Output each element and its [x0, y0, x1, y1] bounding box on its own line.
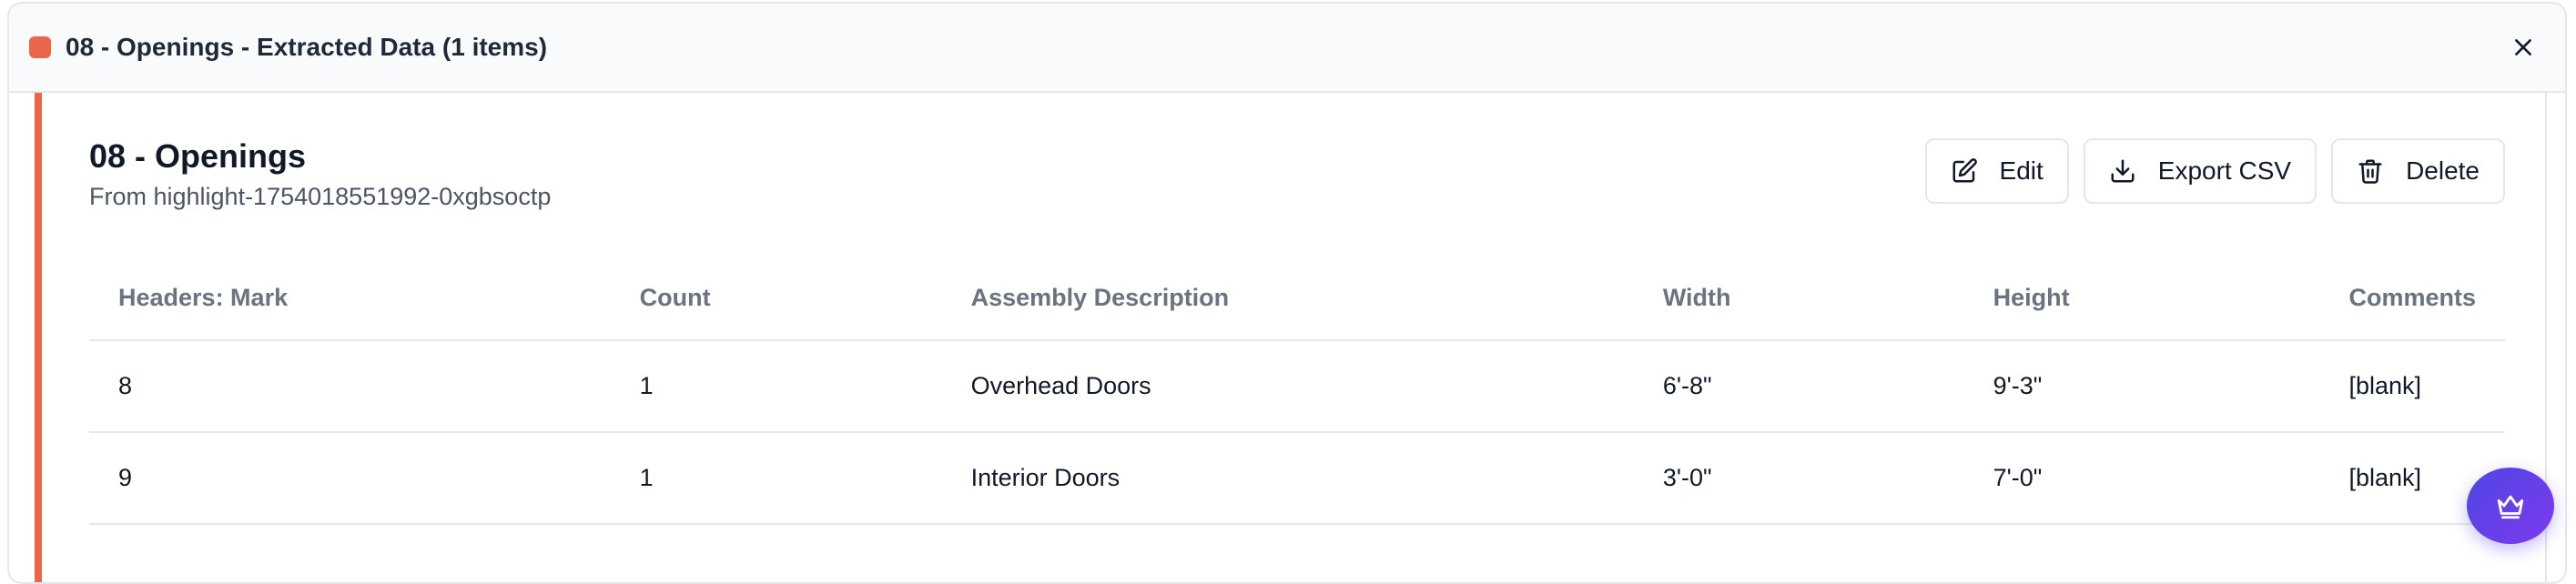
edit-button[interactable]: Edit: [1924, 138, 2069, 204]
card-heading: 08 - Openings From highlight-17540185519…: [89, 136, 551, 211]
content-area: 08 - Openings From highlight-17540185519…: [9, 93, 2565, 582]
card-subtitle: From highlight-1754018551992-0xgbsoctp: [89, 183, 552, 211]
cell-count: 1: [610, 432, 942, 526]
window-title: 08 - Openings - Extracted Data (1 items): [66, 33, 548, 61]
cell-assembly-description: Interior Doors: [941, 432, 1634, 526]
cell-count: 1: [610, 340, 942, 434]
cell-mark: 9: [89, 432, 611, 526]
delete-button-label: Delete: [2406, 156, 2480, 185]
table-row[interactable]: 8 1 Overhead Doors 6'-8" 9'-3" [blank]: [89, 340, 2505, 434]
download-icon: [2111, 159, 2135, 183]
table-row[interactable]: 9 1 Interior Doors 3'-0" 7'-0" [blank]: [89, 432, 2505, 526]
column-header-mark: Headers: Mark: [89, 257, 611, 342]
status-dot: [29, 36, 51, 58]
column-header-assembly-description: Assembly Description: [941, 257, 1634, 342]
crown-icon: [2497, 495, 2524, 519]
edit-button-label: Edit: [1999, 156, 2044, 185]
close-icon: [2515, 39, 2531, 55]
floating-action-button[interactable]: [2467, 468, 2554, 544]
openings-table: Headers: Mark Count Assembly Description…: [89, 257, 2505, 526]
edit-icon: [1952, 158, 1977, 183]
window-titlebar: 08 - Openings - Extracted Data (1 items): [9, 4, 2565, 93]
table-header-row: Headers: Mark Count Assembly Description…: [89, 257, 2505, 342]
column-header-height: Height: [1963, 257, 2320, 342]
trash-icon: [2358, 159, 2382, 184]
cell-assembly-description: Overhead Doors: [941, 340, 1634, 434]
close-button[interactable]: [2503, 27, 2543, 67]
card-header: 08 - Openings From highlight-17540185519…: [89, 136, 2505, 211]
cell-comments: [blank]: [2319, 340, 2505, 434]
delete-button[interactable]: Delete: [2331, 138, 2505, 204]
cell-height: 9'-3": [1963, 340, 2320, 434]
card-title: 08 - Openings: [89, 137, 307, 175]
extracted-data-window: 08 - Openings - Extracted Data (1 items)…: [7, 2, 2567, 584]
cell-mark: 8: [89, 340, 611, 434]
cell-height: 7'-0": [1963, 432, 2320, 526]
card-actions: Edit Export CSV Delete: [1924, 138, 2505, 204]
column-header-count: Count: [610, 257, 942, 342]
column-header-comments: Comments: [2319, 257, 2505, 342]
data-card: 08 - Openings From highlight-17540185519…: [35, 93, 2547, 582]
export-button-label: Export CSV: [2157, 156, 2292, 185]
cell-width: 6'-8": [1633, 340, 1964, 434]
column-header-width: Width: [1633, 257, 1964, 342]
cell-width: 3'-0": [1633, 432, 1964, 526]
export-csv-button[interactable]: Export CSV: [2083, 138, 2317, 204]
